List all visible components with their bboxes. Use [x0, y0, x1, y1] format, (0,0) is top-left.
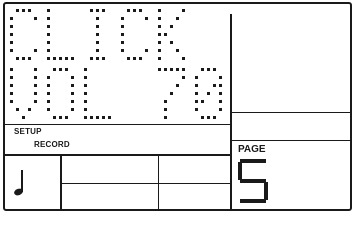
- dot-matrix-char: [10, 68, 37, 119]
- dot-matrix-char: [47, 68, 74, 119]
- record-separator: [5, 154, 230, 156]
- dot-matrix-char: [121, 9, 148, 60]
- bottom-grid-line: [60, 183, 230, 184]
- quarter-note-icon: [14, 170, 23, 196]
- segment-c: [264, 182, 268, 200]
- dot-matrix-char: [158, 68, 185, 119]
- segment-d: [240, 199, 266, 203]
- lcd-screen: SETUP RECORD PAGE: [0, 0, 359, 217]
- right-panel-page-separator: [232, 140, 352, 141]
- segment-f: [238, 162, 242, 180]
- dot-matrix-char: [47, 9, 74, 60]
- display-line-2: [10, 68, 222, 119]
- dot-matrix-char: [84, 9, 111, 60]
- segment-g: [240, 179, 266, 183]
- dot-matrix-char: [195, 68, 222, 119]
- segment-a: [240, 159, 266, 163]
- dot-matrix-char: [84, 68, 111, 119]
- setup-label: SETUP: [14, 127, 42, 136]
- page-label: PAGE: [238, 144, 266, 155]
- page-number-digit: [238, 159, 268, 203]
- dot-matrix-char: [158, 9, 185, 60]
- dot-matrix-char: [10, 9, 37, 60]
- dot-matrix-char: [121, 68, 148, 119]
- setup-separator: [5, 124, 230, 125]
- record-label: RECORD: [34, 140, 70, 149]
- display-line-1: [10, 9, 185, 60]
- right-panel-separator: [232, 112, 352, 113]
